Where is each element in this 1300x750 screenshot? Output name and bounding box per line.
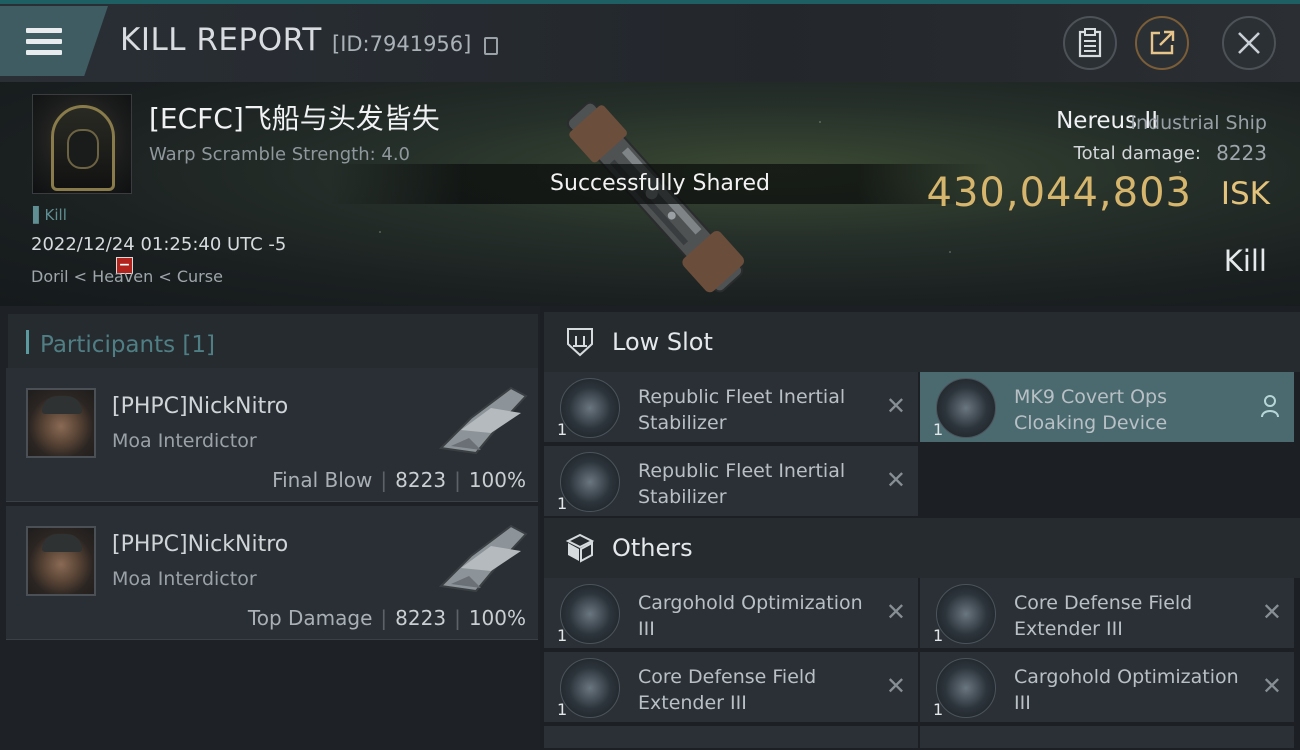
inertial-stabilizer-icon [560,378,620,438]
participant-card[interactable]: [PHPC]NickNitro Moa Interdictor Top Dama… [6,506,538,640]
fitted-item-partial[interactable] [544,726,918,750]
participant-stats: Final Blow | 8223 | 100% [272,468,526,492]
participant-avatar[interactable] [26,526,96,596]
fitted-item[interactable]: 1 Cargohold Optimization III ✕ [920,652,1294,724]
participant-avatar[interactable] [26,388,96,458]
participant-ship-image [438,386,528,455]
hamburger-icon [26,28,62,56]
clipboard-button[interactable] [1063,16,1117,70]
fitting-panel: Low Slot 1 Republic Fleet Inertial Stabi… [540,306,1300,750]
item-quantity: 1 [557,626,568,645]
fitted-item[interactable]: 1 Core Defense Field Extender III ✕ [544,652,918,724]
page-title: KILL REPORT [120,22,322,58]
item-name: MK9 Covert Ops Cloaking Device [1014,386,1168,434]
close-button[interactable] [1222,16,1276,70]
copy-icon[interactable] [484,37,498,55]
kill-timestamp: 2022/12/24 01:25:40 UTC -5 [31,234,287,255]
close-icon [1238,32,1260,54]
participant-name: [PHPC]NickNitro [112,394,289,419]
total-damage-value: 8223 [1216,141,1267,165]
destroyed-x-icon: ✕ [885,392,906,420]
item-name: Cargohold Optimization III [1014,666,1239,714]
result-label: Kill [1223,244,1267,278]
participants-panel: Participants [1] [PHPC]NickNitro Moa Int… [0,306,540,750]
report-id: [ID:7941956] [332,32,472,56]
isk-value: 430,044,803 [926,170,1192,216]
participant-card[interactable]: [PHPC]NickNitro Moa Interdictor Final Bl… [6,368,538,502]
isk-unit: ISK [1220,176,1270,212]
fitted-item[interactable]: 1 Cargohold Optimization III ✕ [544,578,918,650]
fitted-item[interactable]: 1 Republic Fleet Inertial Stabilizer ✕ [544,372,918,444]
destroyed-x-icon: ✕ [1261,672,1282,700]
fitted-item[interactable]: 1 Republic Fleet Inertial Stabilizer ✕ [544,446,918,518]
participant-stats: Top Damage | 8223 | 100% [247,606,526,630]
destroyed-x-icon: ✕ [885,598,906,626]
warp-scramble-strength: Warp Scramble Strength: 4.0 [149,144,411,165]
participant-ship: Moa Interdictor [112,430,257,452]
low-slot-header: Low Slot [544,312,1300,372]
cargohold-optimization-icon [560,584,620,644]
victim-name[interactable]: [ECFC]飞船与头发皆失 [149,97,440,137]
item-name: Republic Fleet Inertial Stabilizer [638,386,846,434]
participant-ship: Moa Interdictor [112,568,257,590]
kill-location: Doril < Heaven < Curse [31,267,223,286]
kill-summary-panel: − [ECFC]飞船与头发皆失 Warp Scramble Strength: … [0,82,1300,306]
share-button[interactable] [1135,16,1189,70]
inertial-stabilizer-icon [560,452,620,512]
participant-name: [PHPC]NickNitro [112,532,289,557]
participant-ship-image [438,524,528,593]
item-quantity: 1 [557,494,568,513]
cube-icon [565,533,595,563]
item-quantity: 1 [557,700,568,719]
participants-header[interactable]: Participants [1] [8,314,538,370]
fitted-item[interactable]: 1 Core Defense Field Extender III ✕ [920,578,1294,650]
victim-portrait[interactable] [32,94,132,194]
item-name: Core Defense Field Extender III [638,666,817,714]
dropped-person-icon [1261,395,1279,418]
cargohold-optimization-icon [936,658,996,718]
others-label: Others [612,534,693,562]
clipboard-icon [1078,28,1102,58]
item-name: Republic Fleet Inertial Stabilizer [638,460,846,508]
destroyed-x-icon: ✕ [1261,598,1282,626]
participants-title: Participants [1] [40,332,216,358]
item-name: Cargohold Optimization III [638,592,863,640]
top-bar: KILL REPORT [ID:7941956] [0,0,1300,82]
fitted-item-partial[interactable] [920,726,1294,750]
item-quantity: 1 [933,700,944,719]
victim-ship-class: Industrial Ship [1130,112,1267,134]
others-header: Others [544,518,1300,578]
kill-tag: ▌Kill [33,206,67,224]
item-quantity: 1 [933,626,944,645]
destroyed-x-icon: ✕ [885,672,906,700]
item-quantity: 1 [933,420,944,439]
item-quantity: 1 [557,420,568,439]
shield-extender-icon [936,584,996,644]
shared-toast: Successfully Shared [330,164,990,204]
destroyed-x-icon: ✕ [885,466,906,494]
low-slot-icon [567,328,593,357]
cloaking-device-icon [936,378,996,438]
menu-button[interactable] [0,6,108,76]
total-damage-label: Total damage: [1073,143,1201,164]
item-name: Core Defense Field Extender III [1014,592,1193,640]
kill-tag-label: Kill [44,206,67,224]
shield-extender-icon [560,658,620,718]
low-slot-label: Low Slot [612,328,713,356]
share-icon [1150,30,1175,55]
fitted-item[interactable]: 1 MK9 Covert Ops Cloaking Device [920,372,1294,444]
